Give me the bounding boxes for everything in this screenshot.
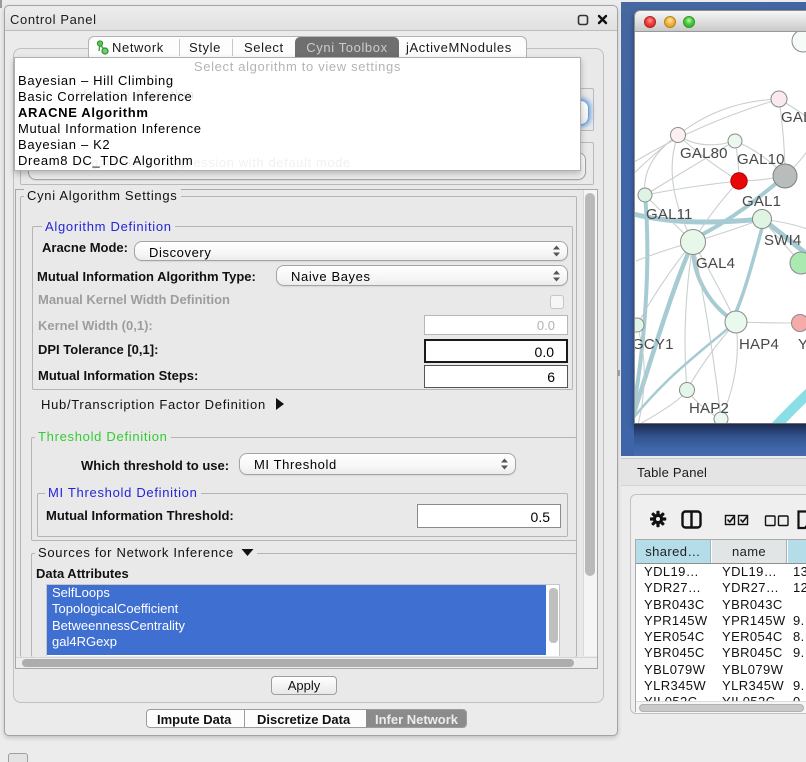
svg-text:GCY1: GCY1 <box>635 336 674 353</box>
svg-text:GAL4: GAL4 <box>696 255 735 272</box>
svg-text:GAL: GAL <box>781 109 806 126</box>
svg-text:HAP4: HAP4 <box>739 336 779 353</box>
svg-text:SWI4: SWI4 <box>764 232 801 249</box>
svg-text:Y: Y <box>798 336 806 353</box>
svg-text:HAP2: HAP2 <box>689 400 729 417</box>
svg-text:GAL10: GAL10 <box>737 151 785 168</box>
svg-text:GAL1: GAL1 <box>742 193 781 210</box>
svg-text:GAL11: GAL11 <box>646 206 693 223</box>
svg-text:GAL80: GAL80 <box>680 145 728 162</box>
